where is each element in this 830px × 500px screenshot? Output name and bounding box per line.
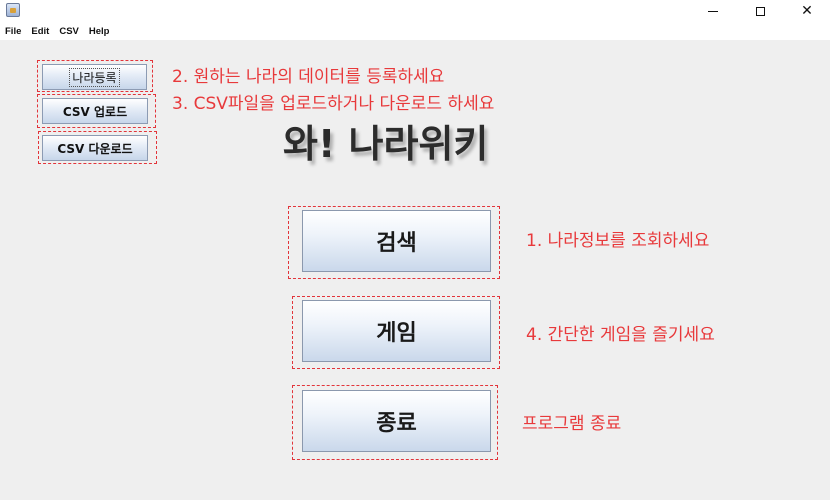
register-hint: 2. 원하는 나라의 데이터를 등록하세요 [172,67,445,87]
csv-download-button[interactable]: CSV 다운로드 [42,135,148,161]
search-button[interactable]: 검색 [302,210,491,272]
minimize-icon [708,10,718,12]
game-button[interactable]: 게임 [302,300,491,362]
exit-button-label: 종료 [376,411,417,436]
java-app-icon [6,3,20,17]
game-button-label: 게임 [376,321,417,346]
menu-help[interactable]: Help [89,26,110,37]
register-country-button[interactable]: 나라등록 [42,64,147,90]
csv-download-label: CSV 다운로드 [57,141,133,156]
window-title-bar: ✕ [0,0,830,22]
menu-file[interactable]: File [5,26,21,37]
menu-bar: File Edit CSV Help [0,22,830,40]
maximize-icon [755,6,765,16]
app-title: 와! 나라위키 [283,122,489,166]
csv-upload-button[interactable]: CSV 업로드 [42,98,148,124]
register-country-label: 나라등록 [69,67,120,87]
exit-hint: 프로그램 종료 [522,414,622,434]
minimize-button[interactable] [690,0,736,22]
maximize-button[interactable] [737,0,783,22]
close-icon: ✕ [801,3,813,19]
close-button[interactable]: ✕ [784,0,830,22]
search-button-label: 검색 [376,231,417,256]
game-hint: 4. 간단한 게임을 즐기세요 [526,325,715,345]
csv-hint: 3. CSV파일을 업로드하거나 다운로드 하세요 [172,94,495,114]
search-hint: 1. 나라정보를 조회하세요 [526,231,710,251]
menu-edit[interactable]: Edit [31,26,49,37]
exit-button[interactable]: 종료 [302,390,491,452]
menu-csv[interactable]: CSV [59,26,79,37]
csv-upload-label: CSV 업로드 [62,104,128,119]
